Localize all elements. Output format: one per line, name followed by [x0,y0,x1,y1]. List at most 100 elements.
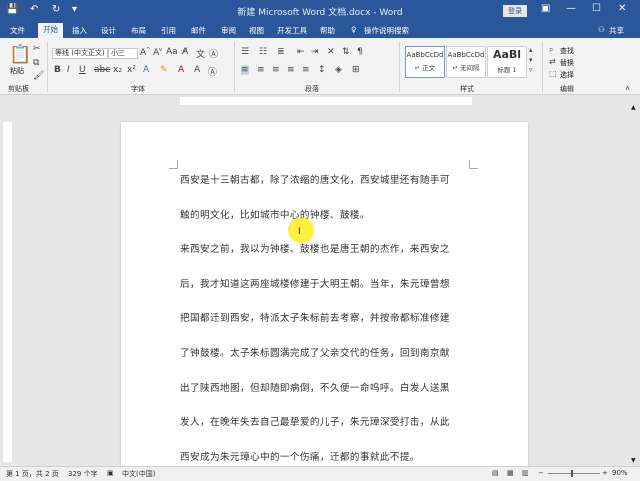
font-name-select[interactable]: 等线 (中文正文) [52,48,108,59]
web-layout-icon[interactable]: ▥ [522,469,529,477]
align-right-icon[interactable]: ≡ [272,65,280,75]
tab-file[interactable]: 文件 [10,25,25,36]
tab-help[interactable]: 帮助 [320,25,335,36]
select-icon[interactable]: ⬚ [549,69,557,78]
minimize-icon[interactable]: — [566,3,576,14]
line-spacing-icon[interactable]: ↕ [318,65,326,75]
language-indicator[interactable]: 中文(中国) [122,469,155,479]
document-page[interactable]: 西安是十三朝古都，除了浓缩的唐文化，西安城里还有随手可 触的明文化，比如城市中心… [121,122,528,466]
text-effects-icon[interactable]: A [143,65,149,75]
replace-button[interactable]: 替换 [560,58,574,68]
zoom-slider-thumb[interactable] [571,470,573,477]
subscript-icon[interactable]: x₂ [113,65,122,75]
align-left-icon[interactable]: ≡ [241,65,249,75]
paragraph-line[interactable]: 出了陕西地图，但却随即病倒，不久便一命呜呼。白发人送黑 [180,380,450,394]
enclose-characters-icon[interactable]: Ⓐ [209,47,218,60]
align-center-icon[interactable]: ≡ [257,65,265,75]
change-case-icon[interactable]: Aa [166,47,178,57]
paragraph-line[interactable]: 西安成为朱元璋心中的一个伤痛，迁都的事就此不提。 [180,449,420,463]
tab-insert[interactable]: 插入 [72,25,87,36]
scroll-down-icon[interactable]: ▼ [631,457,636,464]
justify-icon[interactable]: ≡ [287,65,295,75]
style-normal[interactable]: AaBbCcDd ↵ 正文 [405,46,445,78]
paste-icon[interactable]: 📋 [9,44,31,65]
bold-icon[interactable]: B [54,65,61,75]
paragraph-line[interactable]: 触的明文化，比如城市中心的钟楼、鼓楼。 [180,207,370,221]
scroll-up-icon[interactable]: ▲ [631,104,636,111]
clear-formatting-icon[interactable]: A̸ [182,47,188,57]
tab-home[interactable]: 开始 [38,23,63,38]
ribbon-display-options-icon[interactable]: ▣ [541,3,550,14]
proofing-icon[interactable]: ▣ [107,469,114,477]
numbering-icon[interactable]: ☷ [259,47,267,57]
paragraph-line[interactable]: 西安是十三朝古都，除了浓缩的唐文化，西安城里还有随手可 [180,172,450,186]
increase-indent-icon[interactable]: ⇥ [311,47,319,57]
decrease-indent-icon[interactable]: ⇤ [297,47,305,57]
tell-me-search[interactable]: 操作说明搜索 [364,25,409,36]
page-count[interactable]: 第 1 页，共 2 页 [6,469,59,479]
paragraph-line[interactable]: 了钟鼓楼。太子朱标圆满完成了父亲交代的任务，回到南京献 [180,345,450,359]
phonetic-guide-icon[interactable]: 文 [196,47,205,60]
paragraph-line[interactable]: 来西安之前，我以为钟楼、鼓楼也是唐王朝的杰作，来西安之 [180,241,450,255]
shading-icon[interactable]: ◈ [335,65,342,75]
borders-icon[interactable]: ⊞ [352,65,360,75]
sort-icon[interactable]: ⇅ [342,47,350,57]
paste-button[interactable]: 粘贴 [10,66,24,76]
copy-icon[interactable]: ⧉ [33,58,39,68]
zoom-level[interactable]: 90% [612,469,628,477]
lightbulb-icon: ♀ [351,25,357,34]
vertical-scrollbar[interactable]: ▲ ▼ [628,100,640,466]
font-size-select[interactable]: 小三 [108,48,138,59]
zoom-out-icon[interactable]: − [538,469,544,477]
tab-review[interactable]: 审阅 [221,25,236,36]
tab-layout[interactable]: 布局 [131,25,146,36]
grow-font-icon[interactable]: A^ [140,47,150,58]
find-icon[interactable]: ⌕ [549,45,553,55]
cut-icon[interactable]: ✂ [33,44,41,54]
distributed-icon[interactable]: ≡ [302,65,310,75]
format-painter-icon[interactable]: 🖌 [33,71,44,81]
collapse-ribbon-icon[interactable]: ∧ [625,84,630,92]
styles-scroll-up-icon[interactable]: ▴ [529,46,533,54]
read-mode-icon[interactable]: ▤ [492,469,499,477]
highlight-icon[interactable]: ✎ [160,65,168,75]
share-icon[interactable]: ⚇ [598,25,605,34]
share-button[interactable]: 共享 [609,25,624,36]
zoom-in-icon[interactable]: + [602,469,608,477]
print-layout-icon[interactable]: ▦ [507,469,514,477]
paragraph-line[interactable]: 后，我才知道这两座城楼修建于大明王朝。当年，朱元璋曾想 [180,276,450,290]
paragraph-line[interactable]: 把国都迁到西安，特派太子朱标前去考察，并按帝都标准修建 [180,310,450,324]
bullets-icon[interactable]: ☰ [241,47,249,57]
vertical-ruler[interactable] [3,122,12,462]
tab-mailings[interactable]: 邮件 [191,25,206,36]
chinese-layout-icon[interactable]: ✕ [327,47,335,57]
tab-view[interactable]: 视图 [249,25,264,36]
show-marks-icon[interactable]: ¶ [357,47,363,57]
maximize-icon[interactable]: ☐ [592,3,601,14]
horizontal-ruler[interactable] [180,97,472,105]
zoom-slider[interactable] [548,473,600,474]
word-count[interactable]: 329 个字 [68,469,98,479]
select-button[interactable]: 选择 [560,70,574,80]
styles-scroll-down-icon[interactable]: ▾ [529,56,533,64]
find-button[interactable]: 查找 [560,46,574,56]
styles-more-icon[interactable]: ▿ [529,66,533,74]
login-button[interactable]: 登录 [503,5,527,17]
multilevel-list-icon[interactable]: ≣ [277,47,285,57]
style-heading-1[interactable]: AaBl 标题 1 [487,46,527,78]
strikethrough-icon[interactable]: abc [94,65,110,75]
tab-developer[interactable]: 开发工具 [277,25,307,36]
character-shading-icon[interactable]: A [194,65,200,75]
italic-icon[interactable]: I [67,65,70,75]
paragraph-line[interactable]: 发人，在晚年失去自己最挚爱的儿子，朱元璋深受打击，从此 [180,414,450,428]
style-no-spacing[interactable]: AaBbCcDd ↵ 无间隔 [446,46,486,78]
character-border-icon[interactable]: Ⓐ [208,65,217,78]
tab-references[interactable]: 引用 [161,25,176,36]
font-color-icon[interactable]: A [178,65,184,75]
shrink-font-icon[interactable]: Av [153,47,162,58]
superscript-icon[interactable]: x² [127,65,136,75]
underline-icon[interactable]: U [79,65,86,75]
close-icon[interactable]: ✕ [618,3,626,14]
replace-icon[interactable]: ⇄ [549,57,556,66]
tab-design[interactable]: 设计 [101,25,116,36]
